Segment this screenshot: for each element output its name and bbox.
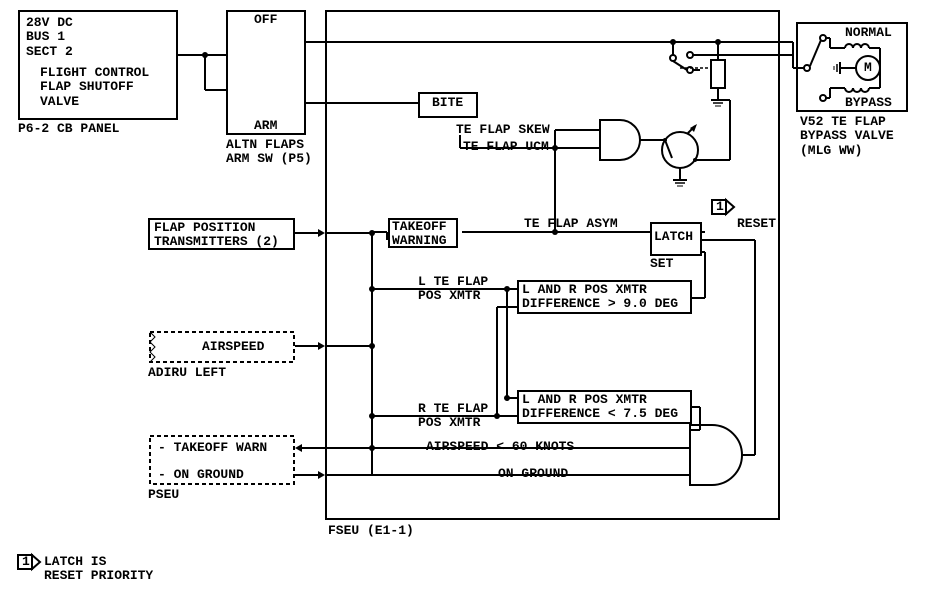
diff-9-label: L AND R POS XMTR DIFFERENCE > 9.0 DEG (522, 283, 678, 312)
l-te-flap-label: L TE FLAP POS XMTR (418, 275, 488, 304)
pseu-on-ground-label: - ON GROUND (158, 468, 244, 482)
te-flap-ucm-label: TE FLAP UCM (463, 140, 549, 154)
diff-75-label: L AND R POS XMTR DIFFERENCE < 7.5 DEG (522, 393, 678, 422)
set-label: SET (650, 257, 673, 271)
bite-label: BITE (432, 96, 463, 110)
bypass-valve-title: V52 TE FLAP BYPASS VALVE (MLG WW) (800, 115, 894, 158)
footnote-ref-num: 1 (22, 555, 30, 569)
takeoff-warning-label: TAKEOFF WARNING (392, 220, 447, 249)
arm-sw-arm-label: ARM (254, 119, 277, 133)
cb-panel-title: P6-2 CB PANEL (18, 122, 119, 136)
arm-sw-off-label: OFF (254, 13, 277, 27)
reset-label: RESET (737, 217, 776, 231)
fseu-title: FSEU (E1-1) (328, 524, 414, 538)
adiru-label: ADIRU LEFT (148, 366, 226, 380)
motor-label: M (864, 61, 872, 75)
latch-label: LATCH (654, 230, 693, 244)
pseu-takeoff-warn-label: - TAKEOFF WARN (158, 441, 267, 455)
arm-sw-title: ALTN FLAPS ARM SW (P5) (226, 138, 312, 167)
arm-switch-box (226, 10, 306, 135)
on-ground-label: ON GROUND (498, 467, 568, 481)
bypass-label: BYPASS (845, 96, 892, 110)
cb-panel-bus-label: 28V DC BUS 1 SECT 2 (26, 16, 73, 59)
pseu-title: PSEU (148, 488, 179, 502)
te-flap-skew-label: TE FLAP SKEW (456, 123, 550, 137)
te-flap-asym-label: TE FLAP ASYM (524, 217, 618, 231)
airspeed-label: AIRSPEED (202, 340, 264, 354)
footnote-label: LATCH IS RESET PRIORITY (44, 555, 153, 584)
airspeed-60-label: AIRSPEED < 60 KNOTS (426, 440, 574, 454)
r-te-flap-label: R TE FLAP POS XMTR (418, 402, 488, 431)
reset-ref-num: 1 (716, 200, 724, 214)
normal-label: NORMAL (845, 26, 892, 40)
cb-panel-breaker-label: FLIGHT CONTROL FLAP SHUTOFF VALVE (40, 66, 149, 109)
flap-position-xmtr-label: FLAP POSITION TRANSMITTERS (2) (154, 221, 279, 250)
